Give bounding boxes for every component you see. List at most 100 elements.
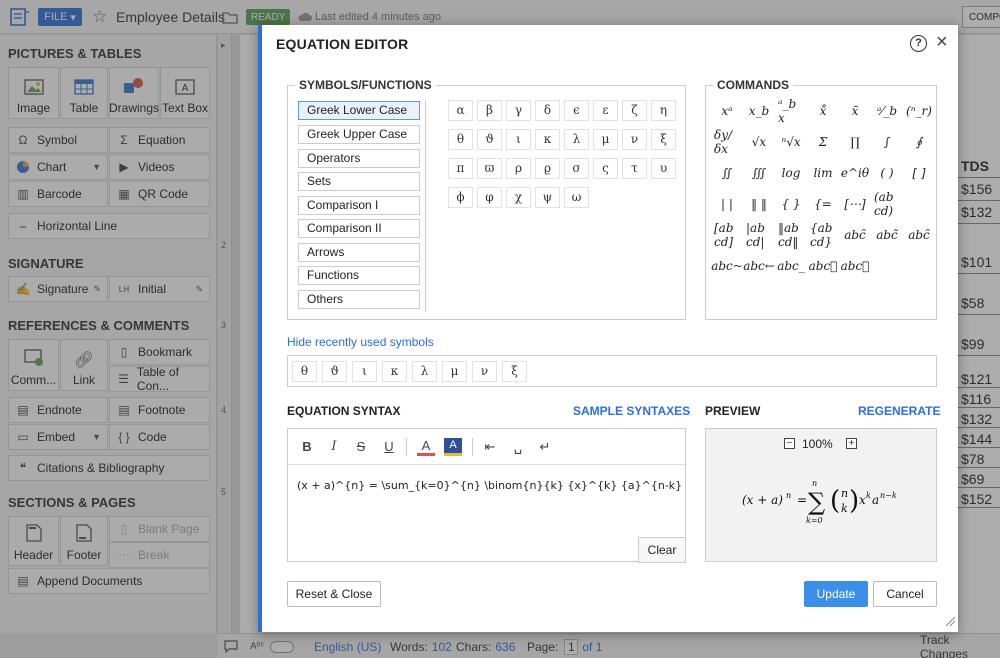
symbol-cell[interactable]: η [651, 100, 676, 121]
strikethrough-button[interactable]: S [352, 438, 370, 456]
command-cell[interactable]: abc⃗ [841, 253, 870, 279]
symbol-cell[interactable]: ι [506, 129, 531, 150]
symbol-cell[interactable]: ϱ [535, 158, 560, 179]
recent-symbol-cell[interactable]: κ [382, 361, 407, 382]
symbol-cell[interactable]: υ [651, 158, 676, 179]
symbol-cell[interactable]: ϖ [477, 158, 502, 179]
hide-recent-symbols-link[interactable]: Hide recently used symbols [287, 335, 434, 349]
category-comparison-i[interactable]: Comparison I [298, 196, 420, 215]
command-cell[interactable]: ⁿ√x [778, 129, 804, 155]
category-arrows[interactable]: Arrows [298, 243, 420, 262]
command-cell[interactable]: abc̑ [842, 222, 868, 248]
command-cell[interactable]: abc̃ [874, 222, 900, 248]
symbol-cell[interactable]: ζ [622, 100, 647, 121]
underline-button[interactable]: U [380, 438, 398, 456]
symbol-cell[interactable]: τ [622, 158, 647, 179]
command-cell[interactable]: |ab cd| [746, 221, 772, 249]
command-cell[interactable]: lim [810, 160, 836, 186]
command-cell[interactable]: log [778, 160, 804, 186]
command-cell[interactable]: (ⁿ_r) [906, 98, 932, 124]
command-cell[interactable]: xᵃ [714, 98, 740, 124]
symbol-cell[interactable]: κ [535, 129, 560, 150]
command-cell[interactable]: e^iθ [841, 160, 869, 186]
font-color-button[interactable]: A [417, 438, 435, 456]
indent-button[interactable]: ⇤ [481, 438, 499, 456]
recent-symbol-cell[interactable]: θ [292, 361, 317, 382]
symbol-cell[interactable]: ϑ [477, 129, 502, 150]
command-cell[interactable]: ᵃ_b x [778, 97, 804, 125]
symbol-cell[interactable]: μ [593, 129, 618, 150]
symbol-cell[interactable]: α [448, 100, 473, 121]
symbol-cell[interactable]: φ [477, 187, 502, 208]
help-icon[interactable]: ? [910, 35, 927, 52]
category-others[interactable]: Others [298, 290, 420, 309]
command-cell[interactable]: abc← [743, 253, 775, 279]
command-cell[interactable]: { } [778, 191, 804, 217]
category-operators[interactable]: Operators [298, 149, 420, 168]
equation-syntax-editor[interactable]: B I S U A A ⇤ ␣ ↵ (x + a)^{n} = \sum_{k=… [287, 428, 686, 563]
symbol-cell[interactable]: χ [506, 187, 531, 208]
command-cell[interactable]: Σ [810, 129, 836, 155]
command-cell[interactable]: abc_ [777, 253, 805, 279]
command-cell[interactable]: abc⃖ [809, 253, 838, 279]
category-greek-lower-case[interactable]: Greek Lower Case [298, 101, 420, 120]
regenerate-link[interactable]: REGENERATE [858, 404, 940, 418]
command-cell[interactable]: abc~ [711, 253, 743, 279]
command-cell[interactable]: ‖ab cd‖ [778, 221, 804, 249]
command-cell[interactable]: ‖ ‖ [746, 191, 772, 217]
update-button[interactable]: Update [804, 581, 868, 607]
symbol-cell[interactable]: ε [593, 100, 618, 121]
command-cell[interactable]: ∫ [874, 129, 900, 155]
category-sets[interactable]: Sets [298, 172, 420, 191]
zoom-out-icon[interactable]: − [784, 438, 795, 449]
bold-button[interactable]: B [298, 438, 316, 456]
zoom-in-icon[interactable]: + [846, 438, 857, 449]
recent-symbol-cell[interactable]: ξ [502, 361, 527, 382]
category-greek-upper-case[interactable]: Greek Upper Case [298, 125, 420, 144]
recent-symbol-cell[interactable]: λ [412, 361, 437, 382]
command-cell[interactable]: ᵃ⁄_b [874, 98, 900, 124]
command-cell[interactable]: [ ] [906, 160, 932, 186]
recent-symbol-cell[interactable]: ι [352, 361, 377, 382]
symbol-cell[interactable]: λ [564, 129, 589, 150]
command-cell[interactable]: ∬ [714, 160, 740, 186]
category-comparison-ii[interactable]: Comparison II [298, 219, 420, 238]
reset-close-button[interactable]: Reset & Close [287, 581, 381, 607]
command-cell[interactable]: [ab cd] [714, 221, 740, 249]
recent-symbol-cell[interactable]: ν [472, 361, 497, 382]
sample-syntaxes-link[interactable]: SAMPLE SYNTAXES [573, 404, 690, 418]
symbol-cell[interactable]: σ [564, 158, 589, 179]
highlight-color-button[interactable]: A [444, 438, 462, 456]
category-functions[interactable]: Functions [298, 266, 420, 285]
symbol-cell[interactable]: ς [593, 158, 618, 179]
command-cell[interactable]: abc̑ [906, 222, 932, 248]
symbol-cell[interactable]: θ [448, 129, 473, 150]
command-cell[interactable]: ∭ [746, 160, 772, 186]
cancel-button[interactable]: Cancel [873, 581, 937, 607]
symbol-cell[interactable]: ϕ [448, 187, 473, 208]
space-button[interactable]: ␣ [509, 438, 527, 456]
command-cell[interactable]: (ab cd) [874, 190, 900, 218]
command-cell[interactable]: ( ) [874, 160, 900, 186]
symbol-cell[interactable]: ξ [651, 129, 676, 150]
command-cell[interactable]: {ab cd} [810, 221, 836, 249]
italic-button[interactable]: I [325, 438, 343, 456]
command-cell[interactable]: δy/δx [714, 128, 740, 156]
recent-symbol-cell[interactable]: ϑ [322, 361, 347, 382]
symbol-cell[interactable]: ω [564, 187, 589, 208]
symbol-cell[interactable]: π [448, 158, 473, 179]
symbol-cell[interactable]: ρ [506, 158, 531, 179]
symbol-cell[interactable]: ν [622, 129, 647, 150]
recent-symbol-cell[interactable]: μ [442, 361, 467, 382]
command-cell[interactable]: [⋯] [842, 191, 868, 217]
symbol-cell[interactable]: β [477, 100, 502, 121]
symbol-cell[interactable]: δ [535, 100, 560, 121]
clear-button[interactable]: Clear [638, 537, 686, 563]
command-cell[interactable]: | | [714, 191, 740, 217]
symbol-cell[interactable]: ϵ [564, 100, 589, 121]
command-cell[interactable]: x̄ [842, 98, 868, 124]
category-scrollbar[interactable] [425, 100, 426, 312]
resize-handle-icon[interactable] [944, 615, 956, 627]
command-cell[interactable]: x̊ [810, 98, 836, 124]
command-cell[interactable]: {= [810, 191, 836, 217]
